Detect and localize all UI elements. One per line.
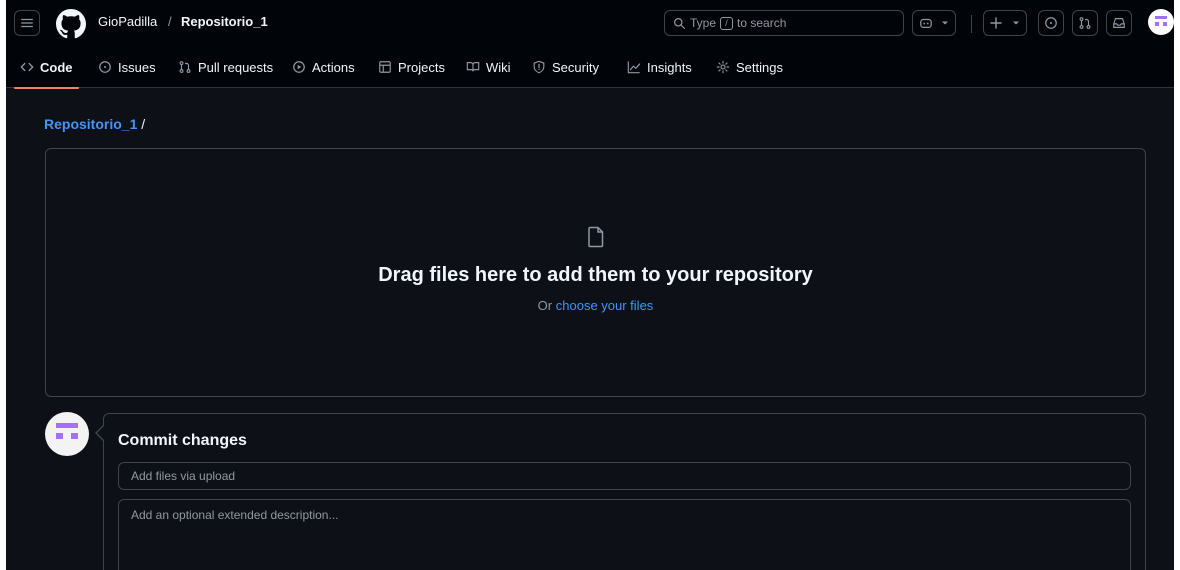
tab-label: Pull requests [198,59,274,75]
dropzone-title: Drag files here to add them to your repo… [378,264,813,286]
code-icon [20,60,34,74]
search-placeholder-suffix: to search [737,16,787,30]
repo-header: GioPadilla / Repositorio_1 Type / to sea… [6,0,1174,89]
tab-settings[interactable]: Settings [716,46,783,88]
gear-icon [716,60,730,74]
play-icon [292,60,306,74]
app-frame: GioPadilla / Repositorio_1 Type / to sea… [6,0,1174,570]
plus-icon [990,17,1002,29]
tab-issues[interactable]: Issues [98,46,156,88]
table-icon [378,60,392,74]
tab-label: Issues [118,59,156,75]
top-bar: GioPadilla / Repositorio_1 Type / to sea… [6,0,1174,44]
breadcrumb-separator: / [168,14,172,29]
menu-button[interactable] [14,10,40,36]
tab-wiki[interactable]: Wiki [466,46,511,88]
breadcrumb-slash: / [141,116,146,132]
tab-code[interactable]: Code [14,46,78,89]
dropzone-sub-prefix: Or [537,298,553,313]
commit-summary-input[interactable]: Add files via upload [118,462,1131,490]
inbox-icon [1113,18,1125,28]
search-input[interactable]: Type / to search [664,10,904,36]
github-logo-icon[interactable] [56,9,86,39]
shield-icon [532,60,546,74]
copilot-button[interactable] [912,10,956,36]
tab-security[interactable]: Security [532,46,599,88]
tab-label: Wiki [486,59,511,75]
copilot-icon [920,18,932,28]
create-new-button[interactable] [983,10,1027,36]
dropzone-subtitle: Or choose your files [45,298,1146,313]
owner-link[interactable]: GioPadilla [98,14,157,29]
tab-label: Code [40,59,73,75]
file-icon [588,226,604,248]
triangle-down-icon [1013,21,1019,25]
inbox-button[interactable] [1106,10,1132,36]
commit-form-pointer-fill [97,426,104,440]
tab-label: Security [552,59,599,75]
header-divider [971,15,972,33]
tab-label: Insights [647,59,692,75]
issues-button[interactable] [1038,10,1064,36]
hamburger-icon [21,18,33,28]
repo-nav-tabs: Code Issues Pull requests Actions Projec… [6,46,1174,89]
triangle-down-icon [942,21,948,25]
git-pull-request-icon [1079,17,1091,29]
user-avatar[interactable] [1148,9,1174,35]
tab-insights[interactable]: Insights [627,46,692,88]
tab-label: Actions [312,59,355,75]
search-shortcut-key: / [720,16,734,30]
commit-author-avatar[interactable] [45,412,89,456]
identicon-icon [56,423,78,439]
pull-request-icon [178,60,192,74]
tab-projects[interactable]: Projects [378,46,445,88]
tab-actions[interactable]: Actions [292,46,355,88]
issue-opened-icon [1045,17,1057,29]
graph-icon [627,60,641,74]
choose-files-link[interactable]: choose your files [556,298,654,313]
tab-pull-requests[interactable]: Pull requests [178,46,273,88]
search-placeholder-prefix: Type [690,16,717,30]
pull-requests-button[interactable] [1072,10,1098,36]
tab-label: Settings [736,59,783,75]
book-icon [466,60,480,74]
breadcrumb-repo-link[interactable]: Repositorio_1 [44,116,137,132]
tab-label: Projects [398,59,445,75]
issue-icon [98,60,112,74]
commit-title: Commit changes [118,432,247,449]
repo-link[interactable]: Repositorio_1 [181,14,268,29]
identicon-icon [1155,16,1167,26]
upload-breadcrumb: Repositorio_1 / [44,116,145,132]
search-icon [674,17,685,29]
commit-description-textarea[interactable]: Add an optional extended description... [118,499,1131,570]
